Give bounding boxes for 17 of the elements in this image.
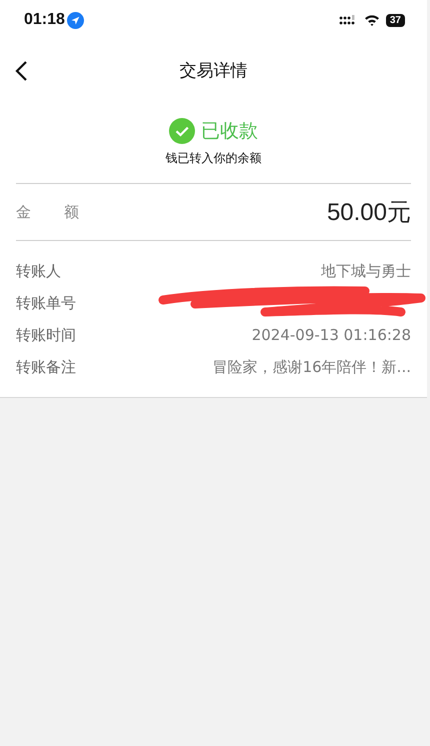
page-title: 交易详情: [180, 60, 248, 82]
battery-level: 37: [386, 14, 405, 26]
wifi-icon: [364, 14, 380, 26]
detail-value: 2024-09-13 01:16:28: [252, 326, 411, 344]
detail-label: 转账人: [16, 262, 61, 280]
detail-value: 冒险家，感谢16年陪伴！新...: [212, 358, 411, 376]
detail-label: 转账备注: [16, 358, 76, 376]
status-note: 钱已转入你的余额: [166, 150, 262, 167]
detail-label: 转账时间: [16, 326, 76, 344]
detail-label: 转账单号: [16, 294, 76, 312]
check-circle-icon: [169, 118, 195, 144]
status-label: 已收款: [201, 119, 258, 144]
location-icon: [66, 12, 84, 28]
amount-label: 金 额: [16, 202, 79, 222]
status-time: 01:18: [24, 11, 65, 29]
amount-value: 50.00元: [326, 198, 411, 228]
detail-value: 地下城与勇士: [321, 262, 411, 280]
